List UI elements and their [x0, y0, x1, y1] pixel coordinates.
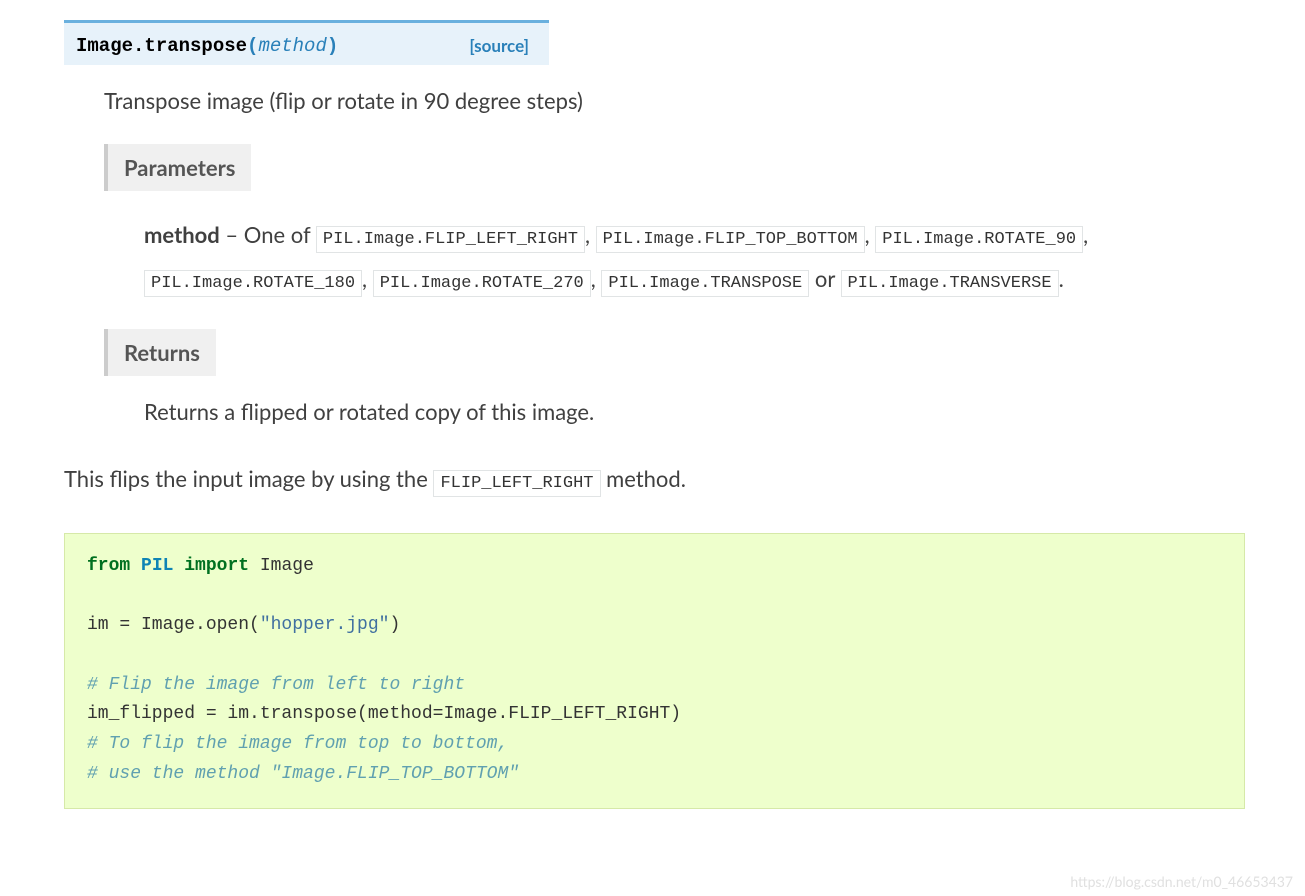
code-line-transpose: im_flipped = im.transpose(method=Image.F…: [87, 704, 681, 724]
signature-lparen: (: [247, 35, 258, 57]
sep-1: ,: [865, 221, 876, 248]
code-kw-from: from: [87, 556, 130, 576]
code-kw-import: import: [184, 556, 249, 576]
param-prefix: – One of: [220, 221, 316, 248]
parameters-section: Parameters method – One of PIL.Image.FLI…: [104, 144, 1245, 301]
param-const-4: PIL.Image.ROTATE_270: [373, 270, 591, 297]
signature-param: method: [258, 35, 326, 57]
example-description: This flips the input image by using the …: [64, 465, 1245, 493]
param-const-1: PIL.Image.FLIP_TOP_BOTTOM: [596, 226, 865, 253]
param-const-2: PIL.Image.ROTATE_90: [875, 226, 1083, 253]
method-description: Transpose image (flip or rotate in 90 de…: [104, 87, 1245, 114]
signature-text: Image.transpose(method): [76, 33, 338, 57]
parameters-header: Parameters: [104, 144, 251, 191]
or-sep: or: [809, 265, 840, 292]
code-string-hopper: "hopper.jpg": [260, 615, 390, 635]
parameters-body: method – One of PIL.Image.FLIP_LEFT_RIGH…: [144, 213, 1245, 301]
code-comment-2: # To flip the image from top to bottom,: [87, 734, 508, 754]
sep-0: ,: [585, 221, 596, 248]
returns-body: Returns a flipped or rotated copy of thi…: [144, 398, 1245, 425]
code-line-open-end: ): [389, 615, 400, 635]
code-module-pil: PIL: [141, 556, 173, 576]
sep-2: ,: [1083, 221, 1088, 248]
sep-3: ,: [362, 265, 373, 292]
code-comment-3: # use the method "Image.FLIP_TOP_BOTTOM": [87, 764, 519, 784]
method-signature-header: Image.transpose(method) [source]: [64, 20, 549, 65]
code-block: from PIL import Image im = Image.open("h…: [64, 533, 1245, 809]
param-const-0: PIL.Image.FLIP_LEFT_RIGHT: [316, 226, 585, 253]
param-name: method: [144, 221, 220, 248]
watermark: https://blog.csdn.net/m0_46653437: [1070, 873, 1293, 890]
param-const-5: PIL.Image.TRANSPOSE: [601, 270, 809, 297]
explain-pre: This flips the input image by using the: [64, 465, 433, 492]
signature-rparen: ): [327, 35, 338, 57]
code-line-open: im = Image.open(: [87, 615, 260, 635]
explain-post: method.: [601, 465, 686, 492]
param-const-3: PIL.Image.ROTATE_180: [144, 270, 362, 297]
params-end: .: [1059, 265, 1064, 292]
returns-section: Returns Returns a flipped or rotated cop…: [104, 329, 1245, 425]
signature-classmethod: Image.transpose: [76, 35, 247, 57]
code-comment-1: # Flip the image from left to right: [87, 675, 465, 695]
param-const-6: PIL.Image.TRANSVERSE: [841, 270, 1059, 297]
code-name-image: Image: [260, 556, 314, 576]
source-link[interactable]: [source]: [469, 35, 529, 56]
returns-header: Returns: [104, 329, 216, 376]
sep-4: ,: [591, 265, 602, 292]
explain-code: FLIP_LEFT_RIGHT: [433, 470, 600, 497]
